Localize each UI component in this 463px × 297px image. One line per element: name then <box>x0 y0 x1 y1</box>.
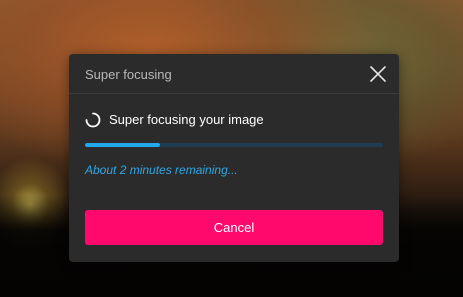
super-focus-dialog: Super focusing Super focusing your image… <box>69 54 399 262</box>
status-text: Super focusing your image <box>109 112 264 127</box>
progress-bar <box>85 143 383 147</box>
status-row: Super focusing your image <box>85 110 385 130</box>
dialog-title: Super focusing <box>85 67 172 82</box>
progress-bar-fill <box>85 143 160 147</box>
close-icon <box>370 66 386 82</box>
loading-spinner-icon <box>85 112 101 128</box>
cancel-button[interactable]: Cancel <box>85 210 383 245</box>
close-button[interactable] <box>368 64 388 84</box>
time-remaining-text: About 2 minutes remaining... <box>85 163 238 177</box>
dialog-header: Super focusing <box>69 54 399 94</box>
